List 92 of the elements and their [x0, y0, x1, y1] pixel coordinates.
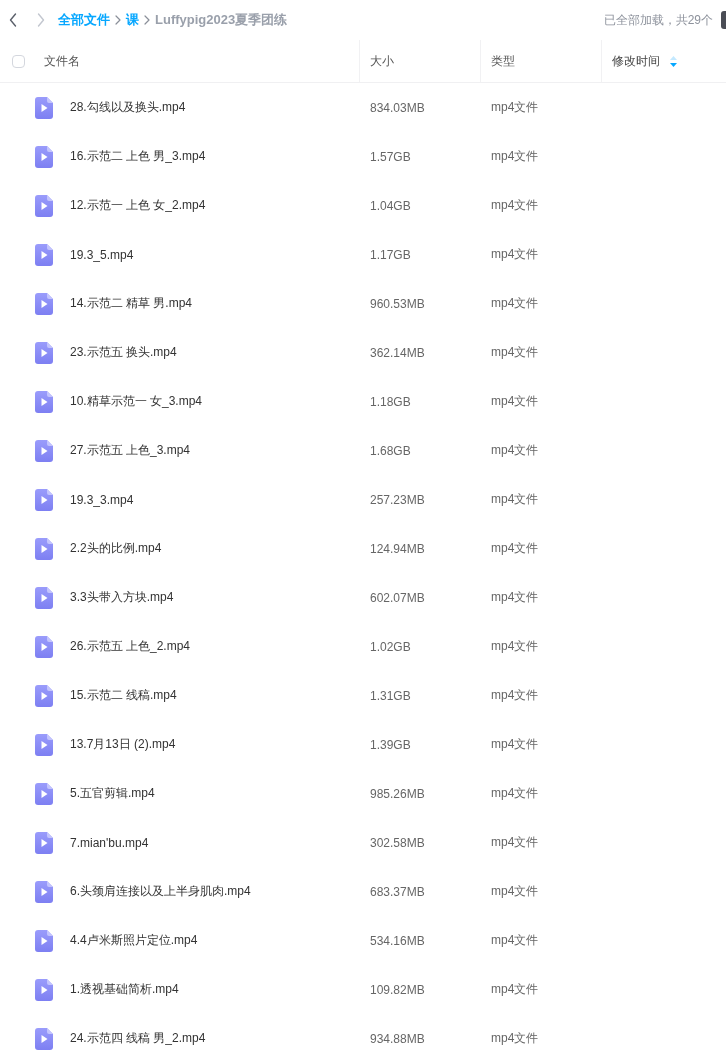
file-type: mp4文件	[491, 540, 539, 557]
file-type: mp4文件	[491, 442, 539, 459]
file-type: mp4文件	[491, 736, 539, 753]
file-size: 109.82MB	[370, 982, 425, 997]
column-header[interactable]: 大小	[370, 52, 394, 70]
file-name[interactable]: 12.示范一 上色 女_2.mp4	[70, 197, 206, 214]
file-type: mp4文件	[491, 834, 539, 851]
file-type: mp4文件	[491, 589, 539, 606]
column-header[interactable]: 类型	[491, 52, 515, 70]
video-file-icon	[35, 488, 53, 511]
file-type: mp4文件	[491, 197, 539, 214]
file-type: mp4文件	[491, 1030, 539, 1047]
chevron-right-icon	[37, 13, 45, 27]
video-file-icon	[35, 586, 53, 609]
file-size: 960.53MB	[370, 296, 425, 311]
file-type: mp4文件	[491, 687, 539, 704]
file-name[interactable]: 16.示范二 上色 男_3.mp4	[70, 148, 206, 165]
file-size: 834.03MB	[370, 100, 425, 115]
file-size: 985.26MB	[370, 786, 425, 801]
file-name[interactable]: 6.头颈肩连接以及上半身肌肉.mp4	[70, 883, 251, 900]
video-file-icon	[35, 929, 53, 952]
file-name[interactable]: 5.五官剪辑.mp4	[70, 785, 155, 802]
file-name[interactable]: 19.3_3.mp4	[70, 492, 134, 507]
file-type: mp4文件	[491, 99, 539, 116]
file-type: mp4文件	[491, 932, 539, 949]
video-file-icon	[35, 292, 53, 315]
file-type: mp4文件	[491, 295, 539, 312]
file-name[interactable]: 1.透视基础简析.mp4	[70, 981, 179, 998]
video-file-icon	[35, 880, 53, 903]
file-name[interactable]: 7.mian'bu.mp4	[70, 835, 149, 850]
video-file-icon	[35, 390, 53, 413]
file-name[interactable]: 10.精草示范一 女_3.mp4	[70, 393, 203, 410]
file-size: 683.37MB	[370, 884, 425, 899]
select-all-checkbox[interactable]	[12, 54, 25, 68]
file-size: 1.17GB	[370, 247, 411, 262]
file-size: 1.31GB	[370, 688, 411, 703]
file-size: 934.88MB	[370, 1031, 425, 1046]
file-size: 534.16MB	[370, 933, 425, 948]
file-type: mp4文件	[491, 638, 539, 655]
video-file-icon	[35, 782, 53, 805]
sort-icon[interactable]	[670, 55, 677, 67]
chevron-right-icon	[115, 15, 121, 25]
file-size: 1.02GB	[370, 639, 411, 654]
file-size: 1.04GB	[370, 198, 411, 213]
video-file-icon	[35, 978, 53, 1001]
file-name[interactable]: 14.示范二 精草 男.mp4	[70, 295, 193, 312]
column-header[interactable]: 文件名	[44, 52, 80, 70]
file-name[interactable]: 23.示范五 换头.mp4	[70, 344, 177, 361]
file-size: 1.18GB	[370, 394, 411, 409]
video-file-icon	[35, 96, 53, 119]
video-file-icon	[35, 831, 53, 854]
file-size: 602.07MB	[370, 590, 425, 605]
file-size: 124.94MB	[370, 541, 425, 556]
file-name[interactable]: 27.示范五 上色_3.mp4	[70, 442, 191, 459]
video-file-icon	[35, 537, 53, 560]
file-size: 257.23MB	[370, 492, 425, 507]
video-file-icon	[35, 341, 53, 364]
video-file-icon	[35, 439, 53, 462]
file-type: mp4文件	[491, 883, 539, 900]
chevron-right-icon	[144, 15, 150, 25]
file-size: 302.58MB	[370, 835, 425, 850]
file-name[interactable]: 24.示范四 线稿 男_2.mp4	[70, 1030, 206, 1047]
file-type: mp4文件	[491, 785, 539, 802]
file-name[interactable]: 3.3头带入方块.mp4	[70, 589, 174, 606]
file-size: 1.68GB	[370, 443, 411, 458]
video-file-icon	[35, 684, 53, 707]
file-name[interactable]: 26.示范五 上色_2.mp4	[70, 638, 191, 655]
file-name[interactable]: 28.勾线以及换头.mp4	[70, 99, 186, 116]
file-name[interactable]: 4.4卢米斯照片定位.mp4	[70, 932, 198, 949]
file-name[interactable]: 15.示范二 线稿.mp4	[70, 687, 177, 704]
video-file-icon	[35, 145, 53, 168]
video-file-icon	[35, 635, 53, 658]
file-type: mp4文件	[491, 344, 539, 361]
file-size: 1.39GB	[370, 737, 411, 752]
file-type: mp4文件	[491, 148, 539, 165]
load-status: 已全部加载，共29个	[603, 11, 713, 29]
column-header[interactable]: 修改时间	[612, 52, 660, 70]
video-file-icon	[35, 733, 53, 756]
file-type: mp4文件	[491, 246, 539, 263]
file-size: 1.57GB	[370, 149, 411, 164]
video-file-icon	[35, 243, 53, 266]
file-type: mp4文件	[491, 981, 539, 998]
file-type: mp4文件	[491, 491, 539, 508]
file-name[interactable]: 13.7月13日 (2).mp4	[70, 736, 176, 753]
file-type: mp4文件	[491, 393, 539, 410]
video-file-icon	[35, 1027, 53, 1050]
file-name[interactable]: 2.2头的比例.mp4	[70, 540, 162, 557]
chevron-left-icon	[9, 13, 17, 27]
video-file-icon	[35, 194, 53, 217]
file-name[interactable]: 19.3_5.mp4	[70, 247, 134, 262]
partial-button[interactable]	[721, 11, 726, 29]
file-size: 362.14MB	[370, 345, 425, 360]
